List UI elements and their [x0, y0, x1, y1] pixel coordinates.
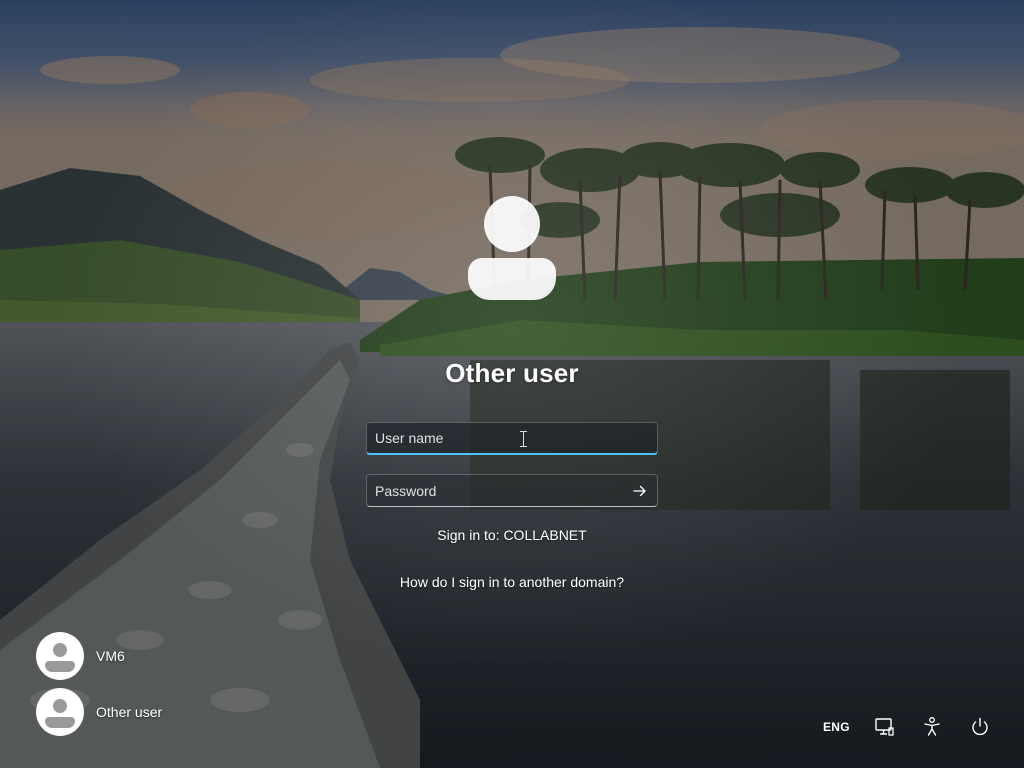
- power-icon: [972, 717, 988, 736]
- user-tile-other-user[interactable]: Other user: [36, 688, 236, 736]
- accessibility-button[interactable]: [919, 714, 945, 740]
- power-button[interactable]: [967, 714, 993, 740]
- user-icon: [45, 699, 75, 728]
- avatar: [36, 632, 84, 680]
- password-input[interactable]: [367, 475, 657, 506]
- avatar: [36, 688, 84, 736]
- network-button[interactable]: [871, 714, 897, 740]
- network-icon: [875, 718, 894, 736]
- language-indicator[interactable]: ENG: [823, 714, 850, 740]
- selected-user-name: Other user: [445, 358, 579, 388]
- username-input[interactable]: [367, 423, 657, 453]
- user-tile-label: VM6: [96, 648, 125, 664]
- arrow-right-icon: [633, 485, 646, 497]
- sign-in-domain-text: Sign in to: COLLABNET: [437, 527, 587, 543]
- password-field-container[interactable]: [366, 474, 658, 507]
- username-field-container[interactable]: [366, 422, 658, 455]
- submit-button[interactable]: [627, 479, 653, 503]
- user-avatar-icon: [468, 196, 556, 300]
- user-tile-vm6[interactable]: VM6: [36, 632, 236, 680]
- domain-help-link-row: How do I sign in to another domain?: [0, 574, 1024, 590]
- text-cursor-icon: [520, 431, 527, 447]
- user-icon: [45, 643, 75, 672]
- user-tile-label: Other user: [96, 704, 163, 720]
- accessibility-icon: [924, 717, 940, 736]
- domain-help-link[interactable]: How do I sign in to another domain?: [400, 574, 624, 590]
